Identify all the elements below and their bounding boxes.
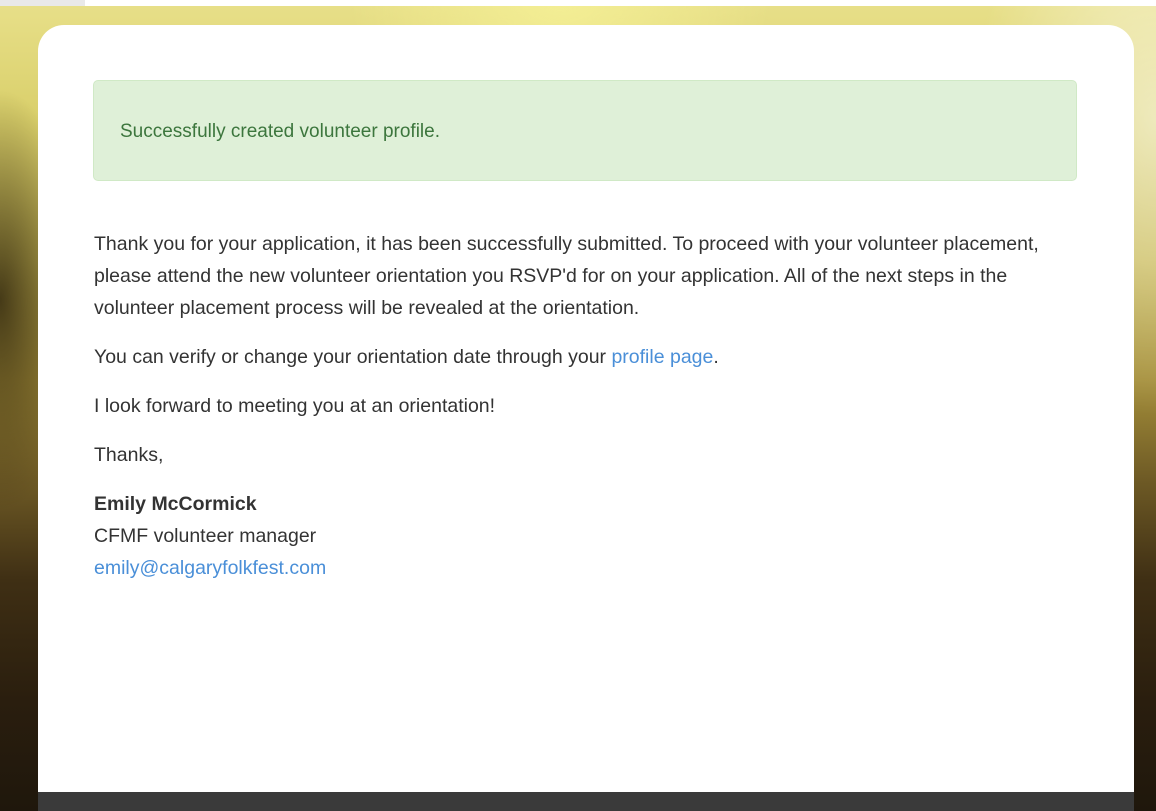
signature-name: Emily McCormick	[94, 493, 257, 515]
look-forward-paragraph: I look forward to meeting you at an orie…	[94, 395, 496, 417]
signature-email-link[interactable]: emily@calgaryfolkfest.com	[94, 557, 326, 579]
orientation-date-text: You can verify or change your orientatio…	[94, 346, 612, 368]
closing-text: Thanks,	[94, 444, 164, 466]
top-tab	[0, 0, 85, 6]
orientation-date-period: .	[713, 346, 719, 368]
application-submitted-paragraph: Thank you for your application, it has b…	[94, 233, 1039, 319]
top-strip	[0, 0, 1156, 6]
orientation-date-paragraph: You can verify or change your orientatio…	[94, 341, 1084, 373]
profile-page-link[interactable]: profile page	[611, 346, 713, 368]
footer-bar	[38, 792, 1134, 811]
confirmation-message: Thank you for your application, it has b…	[94, 228, 1084, 584]
success-alert-message: Successfully created volunteer profile.	[120, 121, 440, 142]
content-card: Successfully created volunteer profile. …	[38, 25, 1134, 811]
signature-block: Emily McCormick CFMF volunteer manager e…	[94, 488, 1084, 584]
success-alert: Successfully created volunteer profile.	[93, 80, 1077, 181]
signature-title: CFMF volunteer manager	[94, 525, 317, 547]
